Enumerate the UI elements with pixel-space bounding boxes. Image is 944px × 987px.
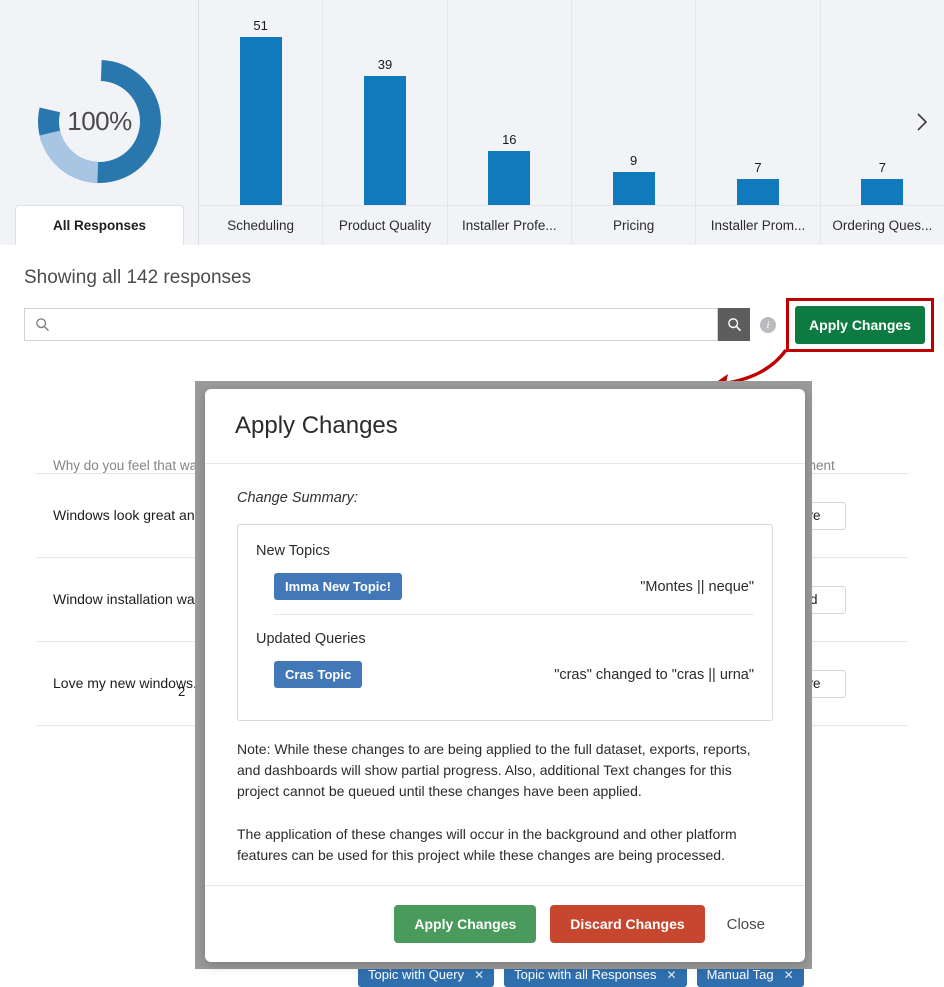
search-input-wrap[interactable] [24, 308, 718, 341]
close-icon[interactable]: ✕ [667, 968, 677, 982]
bar-chart: 51 Scheduling 39 Product Quality 16 Inst… [199, 0, 944, 245]
new-topics-heading: New Topics [256, 543, 330, 559]
updated-queries-heading: Updated Queries [256, 631, 366, 647]
bar-rect [239, 37, 282, 205]
bar-plot: 7 [696, 0, 819, 205]
apply-changes-dialog: Apply Changes Change Summary: New Topics… [205, 389, 805, 962]
bar-column[interactable]: 16 Installer Profe... [447, 0, 572, 245]
bar-value: 7 [754, 160, 762, 175]
topic-chip[interactable]: Cras Topic [274, 661, 363, 688]
search-icon [35, 317, 50, 332]
updated-queries-row: Cras Topic "cras" changed to "cras || ur… [256, 661, 754, 702]
dialog-footer: Apply Changes Discard Changes Close [205, 885, 805, 962]
bar-plot: 16 [448, 0, 571, 205]
donut-center-label: 100% [67, 106, 132, 136]
bar-rect [488, 151, 531, 205]
topic-tag-label: Topic with all Responses [514, 967, 657, 982]
search-input[interactable] [50, 309, 717, 340]
close-icon[interactable]: ✕ [474, 968, 484, 982]
change-summary-label: Change Summary: [237, 490, 358, 506]
dialog-title: Apply Changes [235, 412, 398, 439]
bar-rect [861, 179, 904, 205]
apply-changes-button-label: Apply Changes [809, 317, 911, 333]
dialog-note-2: The application of these changes will oc… [237, 826, 737, 863]
dialog-note-1: Note: While these changes to are being a… [237, 741, 751, 799]
tab-all-responses[interactable]: All Responses [15, 205, 184, 245]
info-icon[interactable]: i [760, 316, 776, 333]
donut-chart: 100% [34, 56, 165, 187]
bar-column[interactable]: 39 Product Quality [323, 0, 448, 245]
bar-value: 9 [630, 153, 638, 168]
bar-label: Installer Prom... [696, 205, 820, 245]
dialog-header: Apply Changes [205, 389, 805, 464]
topic-chip[interactable]: Imma New Topic! [274, 573, 402, 600]
bar-column[interactable]: 9 Pricing [571, 0, 697, 245]
bar-label: Pricing [571, 205, 696, 245]
summary-divider [274, 614, 754, 615]
apply-changes-button[interactable]: Apply Changes [795, 306, 925, 344]
row-count-fragment: 2 [178, 684, 186, 699]
bar-rect [612, 172, 655, 205]
close-icon[interactable]: ✕ [784, 968, 794, 982]
dialog-discard-changes-button[interactable]: Discard Changes [550, 905, 705, 943]
topic-chart-strip: 100% 51 Scheduling 39 Product Quality 16… [0, 0, 944, 245]
bar-column[interactable]: 51 Scheduling [199, 0, 324, 245]
bar-label: Installer Profe... [447, 205, 571, 245]
bar-rect [363, 76, 406, 205]
dialog-body: Change Summary: New Topics Imma New Topi… [205, 464, 805, 885]
bar-column[interactable]: 7 Installer Prom... [696, 0, 821, 245]
bar-plot: 39 [323, 0, 446, 205]
chevron-right-icon[interactable] [908, 108, 936, 136]
bar-plot: 9 [572, 0, 695, 205]
topic-tag-label: Topic with Query [368, 967, 465, 982]
bar-rect [736, 179, 779, 205]
bar-value: 39 [377, 57, 393, 72]
chevron-right-glyph [917, 113, 928, 131]
updated-query-change: "cras" changed to "cras || urna" [554, 666, 754, 683]
search-icon [727, 318, 741, 332]
new-topic-query: "Montes || neque" [640, 578, 754, 595]
bar-plot: 7 [821, 0, 944, 205]
bar-value: 7 [878, 160, 886, 175]
dialog-apply-changes-button[interactable]: Apply Changes [394, 905, 537, 943]
topic-tag-label: Manual Tag [706, 967, 774, 982]
bar-label: Product Quality [323, 205, 447, 245]
tab-all-responses-label: All Responses [52, 218, 147, 233]
showing-count-text: Showing all 142 responses [24, 267, 252, 288]
bar-label: Scheduling [199, 205, 323, 245]
new-topics-row: Imma New Topic! "Montes || neque" [256, 573, 754, 614]
search-button[interactable] [718, 308, 750, 341]
search-glyph [36, 318, 50, 332]
change-summary-box: New Topics Imma New Topic! "Montes || ne… [237, 524, 773, 721]
bar-label: Ordering Ques... [820, 205, 944, 245]
search-toolbar: i [24, 308, 776, 341]
dialog-close-button[interactable]: Close [719, 905, 773, 944]
bar-value: 16 [502, 132, 517, 147]
bar-value: 51 [253, 18, 268, 33]
bar-plot: 51 [199, 0, 322, 205]
